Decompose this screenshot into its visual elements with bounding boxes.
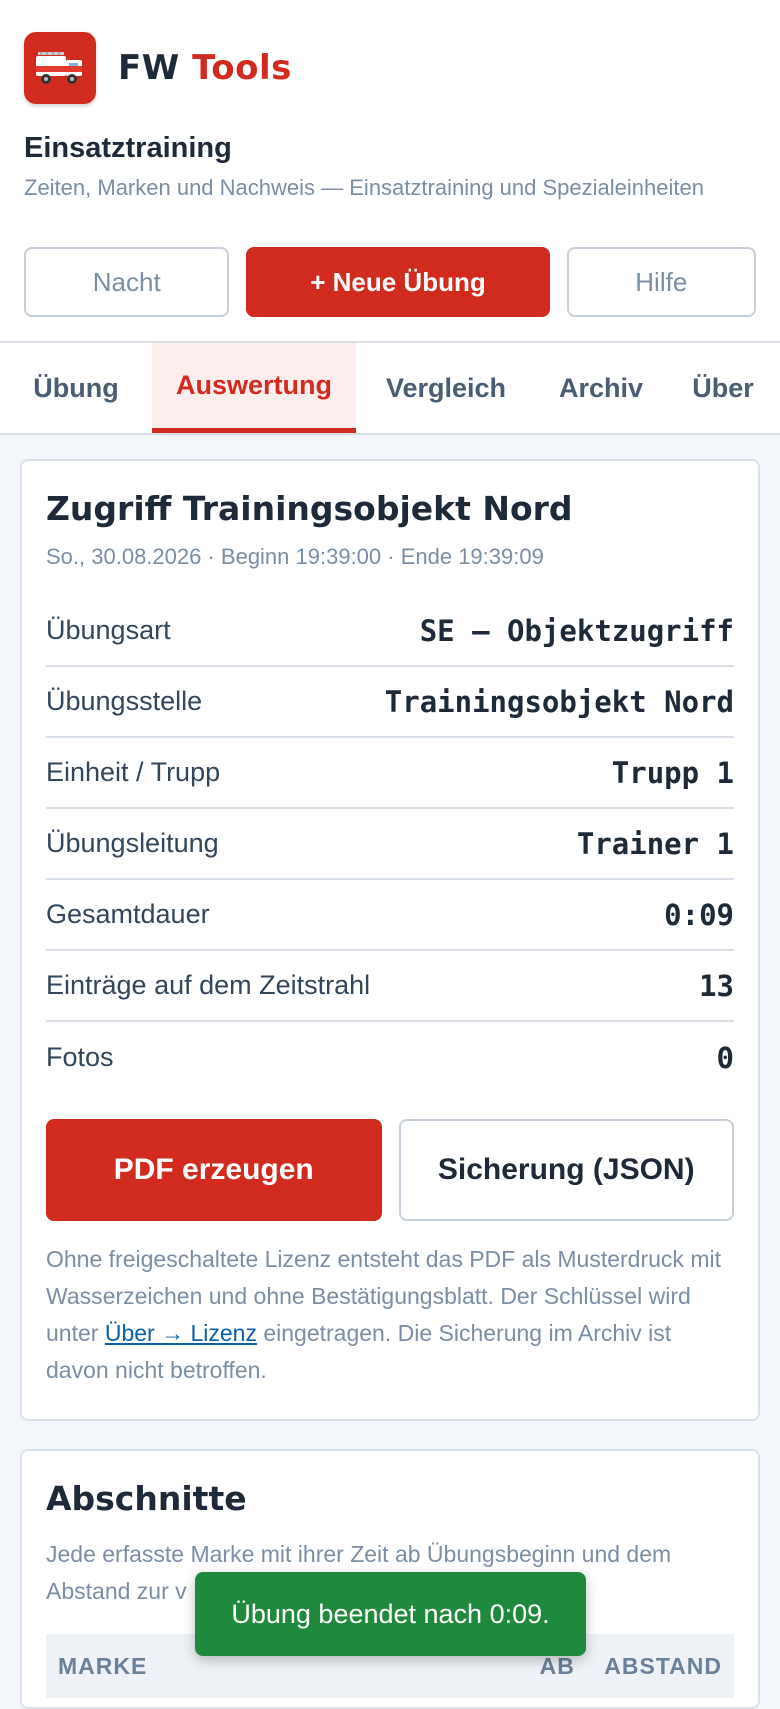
pdf-button[interactable]: PDF erzeugen <box>46 1119 382 1221</box>
sections-title: Abschnitte <box>46 1479 247 1518</box>
page-subtitle: Zeiten, Marken und Nachweis — Einsatztra… <box>24 175 704 200</box>
brand-name-part2: Tools <box>192 48 292 88</box>
status-toast: Übung beendet nach 0:09. <box>195 1572 586 1656</box>
column-header-mark: MARKE <box>58 1652 148 1679</box>
row-label: Einheit / Trupp <box>46 757 221 787</box>
summary-row: Übungsart SE — Objektzugriff <box>46 596 734 667</box>
app-header: FW Tools Einsatztraining Zeiten, Marken … <box>0 0 780 341</box>
action-bar: Nacht + Neue Übung Hilfe <box>0 201 780 341</box>
summary-row: Übungsstelle Trainingsobjekt Nord <box>46 667 734 738</box>
column-headers-right: AB ABSTAND <box>540 1653 722 1680</box>
backup-json-button[interactable]: Sicherung (JSON) <box>398 1119 734 1221</box>
row-label: Übungsleitung <box>46 828 219 858</box>
row-value: SE — Objektzugriff <box>419 613 734 648</box>
row-label: Übungsstelle <box>46 686 203 716</box>
tab-uebung[interactable]: Übung <box>0 343 152 433</box>
tab-vergleich[interactable]: Vergleich <box>356 343 536 433</box>
tab-bar: Übung Auswertung Vergleich Archiv Über <box>0 341 780 435</box>
new-exercise-button[interactable]: + Neue Übung <box>246 247 550 317</box>
row-label: Einträge auf dem Zeitstrahl <box>46 970 371 1000</box>
night-mode-button[interactable]: Nacht <box>24 247 230 317</box>
summary-row: Übungsleitung Trainer 1 <box>46 809 734 880</box>
brand-name: FW Tools <box>118 48 292 88</box>
row-value: 13 <box>699 968 734 1003</box>
row-value: Trainingsobjekt Nord <box>384 684 734 719</box>
summary-row: Gesamtdauer 0:09 <box>46 880 734 951</box>
tab-ueber[interactable]: Über <box>666 343 780 433</box>
row-value: Trainer 1 <box>576 826 734 861</box>
row-value: 0:09 <box>664 897 734 932</box>
row-label: Gesamtdauer <box>46 899 210 929</box>
fire-truck-icon <box>24 32 96 104</box>
license-link[interactable]: Über → Lizenz <box>105 1320 257 1346</box>
column-header-gap: ABSTAND <box>604 1652 722 1679</box>
column-header-from: AB <box>539 1652 575 1679</box>
help-button[interactable]: Hilfe <box>566 247 757 317</box>
summary-row: Fotos 0 <box>46 1022 734 1093</box>
export-actions: PDF erzeugen Sicherung (JSON) <box>46 1119 734 1221</box>
brand-name-part1: FW <box>118 48 180 88</box>
license-note: Ohne freigeschaltete Lizenz entsteht das… <box>46 1241 734 1389</box>
summary-row: Einheit / Trupp Trupp 1 <box>46 738 734 809</box>
summary-card: Zugriff Trainingsobjekt Nord So., 30.08.… <box>20 459 760 1421</box>
row-value: Trupp 1 <box>611 755 734 790</box>
summary-rows: Übungsart SE — Objektzugriff Übungsstell… <box>46 596 734 1093</box>
row-label: Fotos <box>46 1042 114 1072</box>
summary-row: Einträge auf dem Zeitstrahl 13 <box>46 951 734 1022</box>
tab-auswertung[interactable]: Auswertung <box>152 343 356 433</box>
tab-archiv[interactable]: Archiv <box>536 343 666 433</box>
page-title: Einsatztraining <box>24 132 232 164</box>
row-label: Übungsart <box>46 615 171 645</box>
exercise-title: Zugriff Trainingsobjekt Nord <box>46 489 573 528</box>
row-value: 0 <box>716 1040 734 1075</box>
brand: FW Tools <box>0 0 780 104</box>
exercise-meta: So., 30.08.2026 · Beginn 19:39:00 · Ende… <box>46 544 544 569</box>
